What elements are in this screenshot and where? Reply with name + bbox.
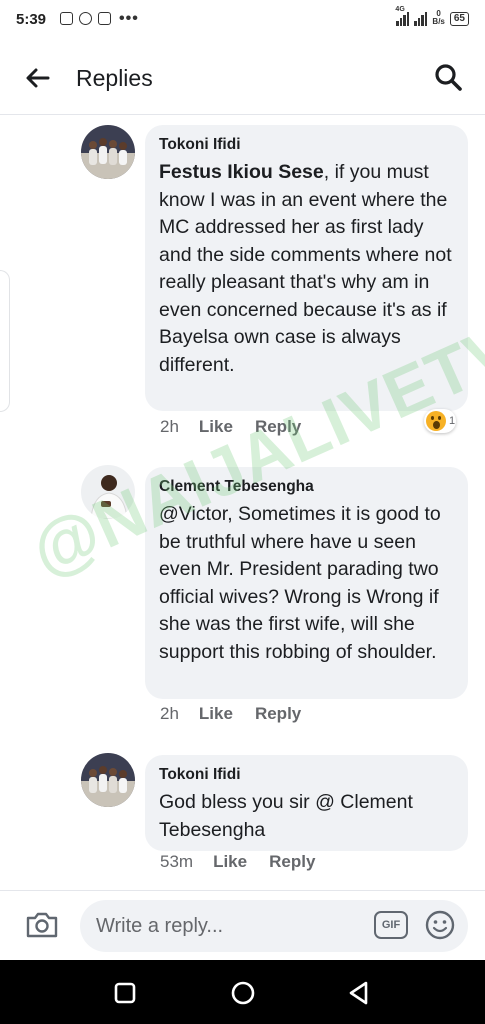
messenger-notification-icon — [79, 12, 92, 25]
comment-text: Festus Ikiou Sese, if you must know I wa… — [159, 159, 454, 379]
avatar[interactable] — [81, 753, 135, 807]
reply-input[interactable]: Write a reply... — [80, 900, 468, 952]
status-bar: 5:39 ••• 4G 0 B/s 65 — [0, 0, 485, 40]
gallery-notification-icon — [60, 12, 73, 25]
battery-icon: 65 — [449, 12, 469, 26]
home-icon[interactable] — [228, 978, 258, 1008]
reply-button[interactable]: Reply — [269, 852, 315, 872]
comment-author[interactable]: Tokoni Ifidi — [159, 765, 454, 785]
comment-author[interactable]: Clement Tebesengha — [159, 477, 454, 497]
comment-actions: 2h Like Reply — [160, 704, 323, 724]
comment-time: 2h — [160, 704, 179, 723]
reaction-summary[interactable]: 1 — [424, 409, 456, 433]
comment-actions: 53m Like Reply — [160, 852, 337, 872]
comment-actions: 2h Like Reply — [160, 417, 323, 437]
comment-text: God bless you sir @ Clement Tebesengha — [159, 791, 413, 841]
avatar[interactable] — [81, 465, 135, 519]
signal-icon — [414, 10, 428, 26]
side-panel-handle[interactable] — [0, 270, 10, 412]
net-speed-unit: B/s — [432, 17, 445, 26]
comment-bubble[interactable]: Tokoni Ifidi Festus Ikiou Sese, if you m… — [145, 125, 468, 411]
reaction-count: 1 — [449, 415, 456, 427]
mention-link[interactable]: Festus Ikiou Sese — [159, 161, 324, 183]
search-icon[interactable] — [433, 62, 463, 92]
like-button[interactable]: Like — [213, 852, 247, 872]
reply-bar: Write a reply... GIF — [0, 890, 485, 961]
net-speed: 0 B/s — [432, 10, 444, 26]
recent-apps-icon[interactable] — [110, 978, 140, 1008]
network-type-label: 4G — [395, 6, 405, 13]
signal-4g-icon: 4G — [395, 6, 410, 26]
status-time: 5:39 — [16, 11, 47, 28]
avatar[interactable] — [81, 125, 135, 179]
camera-icon[interactable] — [24, 910, 60, 940]
notification-icons: ••• — [60, 9, 139, 27]
page-title: Replies — [76, 65, 153, 91]
comment-body: , if you must know I was in an event whe… — [159, 161, 452, 376]
emoji-icon[interactable] — [424, 909, 456, 941]
more-notifications-icon: ••• — [119, 9, 139, 27]
reply-button[interactable]: Reply — [255, 417, 301, 437]
system-nav-bar — [0, 960, 485, 1024]
comment-author[interactable]: Tokoni Ifidi — [159, 135, 454, 155]
back-icon[interactable] — [344, 978, 374, 1008]
comment-time: 53m — [160, 852, 194, 871]
instagram-notification-icon — [98, 12, 111, 25]
reply-button[interactable]: Reply — [255, 704, 301, 724]
like-button[interactable]: Like — [199, 417, 233, 437]
status-right: 4G 0 B/s 65 — [395, 6, 469, 26]
app-header: Replies — [0, 40, 485, 115]
replies-feed[interactable]: Tokoni Ifidi Festus Ikiou Sese, if you m… — [0, 115, 485, 890]
back-arrow-icon[interactable] — [22, 63, 52, 93]
gif-button[interactable]: GIF — [374, 911, 408, 939]
wow-reaction-icon — [426, 411, 446, 431]
comment-bubble[interactable]: Tokoni Ifidi God bless you sir @ Clement… — [145, 755, 468, 851]
like-button[interactable]: Like — [199, 704, 233, 724]
comment-text: @Victor, Sometimes it is good to be trut… — [159, 503, 441, 663]
comment-time: 2h — [160, 417, 179, 436]
comment-bubble[interactable]: Clement Tebesengha @Victor, Sometimes it… — [145, 467, 468, 699]
